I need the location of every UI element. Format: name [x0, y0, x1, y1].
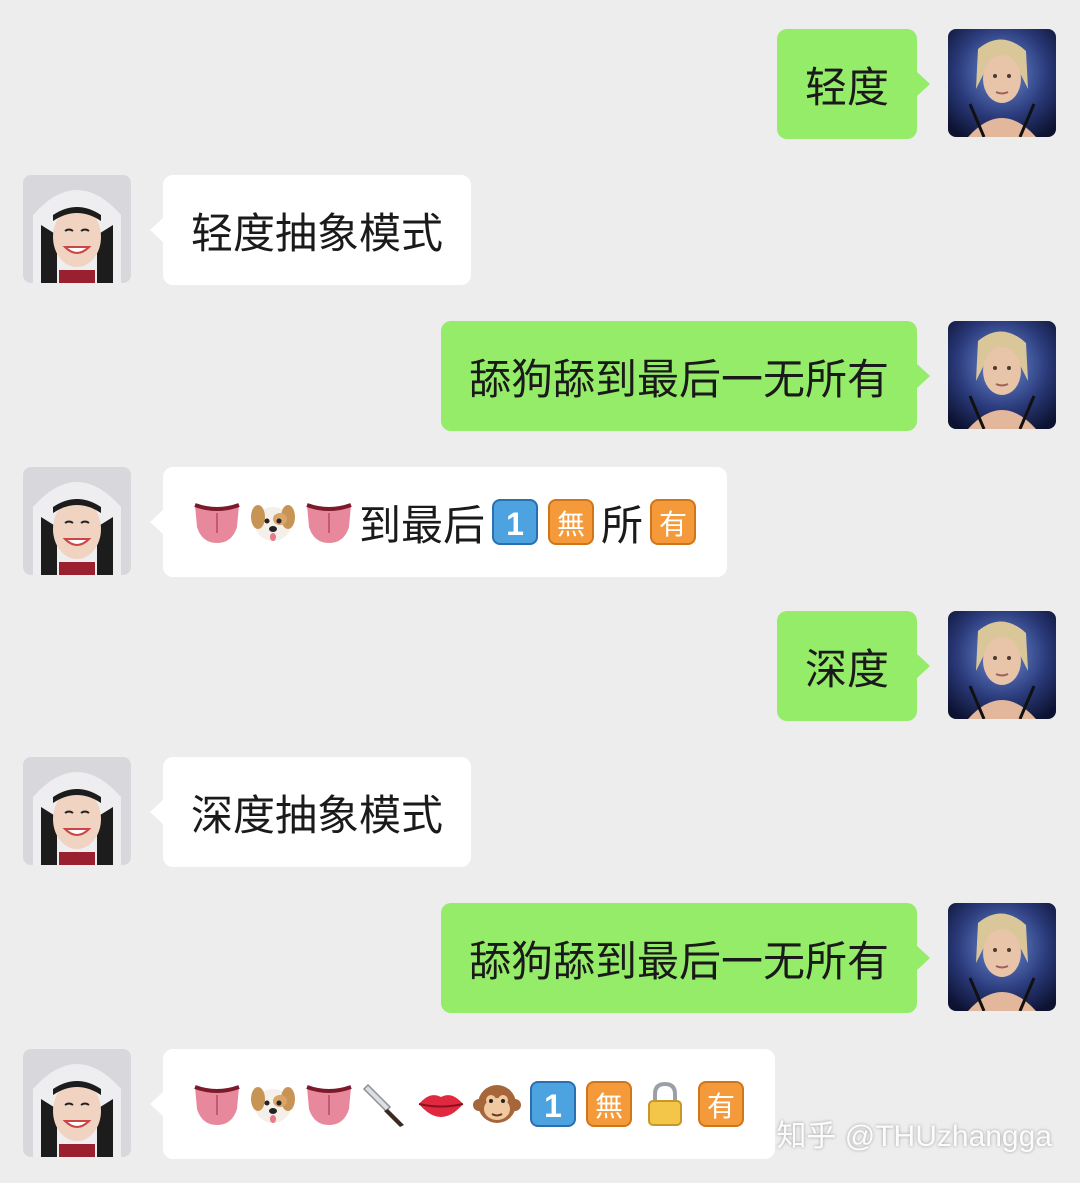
sent-message-bubble[interactable]: 舔狗舔到最后一无所有: [440, 903, 931, 1013]
sent-message-bubble[interactable]: 舔狗舔到最后一无所有: [440, 321, 931, 431]
avatar-contact[interactable]: [23, 757, 131, 865]
svg-text:無: 無: [557, 508, 585, 541]
avatar-contact[interactable]: [23, 467, 131, 575]
message-text: 舔狗舔到最后一无所有: [468, 354, 889, 404]
message-row: 轻度抽象模式: [0, 175, 1080, 287]
avatar-self-image: [948, 611, 1056, 719]
avatar-contact-image: [23, 467, 131, 575]
have-square-icon: 有: [647, 496, 699, 548]
received-message-bubble[interactable]: 轻度抽象模式: [149, 175, 472, 285]
avatar-contact-image: [23, 175, 131, 283]
svg-text:無: 無: [595, 1090, 623, 1123]
message-text-fragment: 到最后: [359, 500, 486, 550]
lock-icon: [639, 1078, 691, 1130]
message-text-fragment: 所: [601, 500, 644, 550]
message-row: 舔狗舔到最后一无所有: [0, 321, 1080, 433]
message-row: 深度: [0, 611, 1080, 723]
tongue-icon: [303, 496, 355, 548]
message-text: 舔狗舔到最后一无所有: [468, 936, 889, 986]
mu-square-icon: 無: [545, 496, 597, 548]
watermark: 知乎 @THUzhangga: [776, 1120, 1052, 1153]
message-row: 到最后 1 無 所 有: [0, 467, 1080, 579]
dog-face-icon: [247, 1078, 299, 1130]
received-message-bubble[interactable]: 到最后 1 無 所 有: [149, 467, 728, 577]
avatar-self[interactable]: [948, 903, 1056, 1011]
svg-text:1: 1: [544, 1088, 562, 1124]
kitchen-knife-icon: [359, 1078, 411, 1130]
emoji-message: 到最后 1 無 所 有: [191, 492, 699, 553]
avatar-contact[interactable]: [23, 1049, 131, 1157]
sent-message-bubble[interactable]: 深度: [776, 611, 931, 721]
message-text: 深度: [804, 644, 889, 694]
received-message-bubble[interactable]: 1 無 有: [150, 1049, 775, 1159]
avatar-contact-image: [23, 757, 131, 865]
message-row: 舔狗舔到最后一无所有: [0, 903, 1080, 1015]
lips-icon: [415, 1078, 467, 1130]
tongue-icon: [303, 1078, 355, 1130]
message-row: 深度抽象模式: [0, 757, 1080, 869]
dog-face-icon: [247, 496, 299, 548]
tongue-icon: [191, 496, 243, 548]
avatar-self-image: [948, 903, 1056, 1011]
message-text: 深度抽象模式: [191, 790, 444, 840]
message-text: 轻度抽象模式: [191, 208, 444, 258]
message-row: 轻度: [0, 29, 1080, 141]
emoji-message: 1 無 有: [191, 1078, 747, 1130]
monkey-face-icon: [471, 1078, 523, 1130]
mu-square-icon: 無: [583, 1078, 635, 1130]
message-text: 轻度: [804, 62, 889, 112]
avatar-self-image: [948, 29, 1056, 137]
tongue-icon: [191, 1078, 243, 1130]
avatar-contact-image: [23, 1049, 131, 1157]
keycap-1-icon: 1: [527, 1078, 579, 1130]
avatar-self-image: [948, 321, 1056, 429]
avatar-contact[interactable]: [23, 175, 131, 283]
received-message-bubble[interactable]: 深度抽象模式: [149, 757, 472, 867]
have-square-icon: 有: [695, 1078, 747, 1130]
svg-text:有: 有: [659, 508, 687, 541]
sent-message-bubble[interactable]: 轻度: [776, 29, 931, 139]
avatar-self[interactable]: [948, 29, 1056, 137]
avatar-self[interactable]: [948, 611, 1056, 719]
svg-text:有: 有: [707, 1090, 735, 1123]
keycap-1-icon: 1: [489, 496, 541, 548]
avatar-self[interactable]: [948, 321, 1056, 429]
svg-text:1: 1: [506, 506, 524, 542]
